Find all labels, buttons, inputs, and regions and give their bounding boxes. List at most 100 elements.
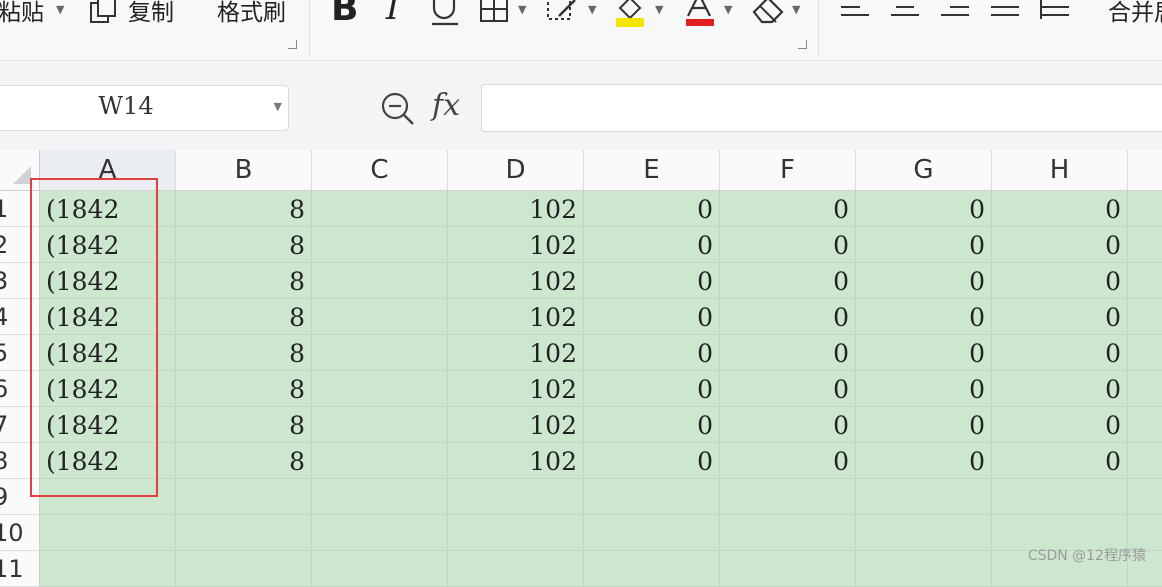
cell-d3[interactable]: 102 xyxy=(448,263,584,299)
cell-g7[interactable]: 0 xyxy=(856,407,992,443)
cell-b9[interactable] xyxy=(176,479,312,515)
clear-format-icon[interactable] xyxy=(545,0,581,28)
cell-a11[interactable] xyxy=(40,551,176,587)
cell-a7[interactable]: (1842 xyxy=(40,407,176,443)
cell-overflow[interactable] xyxy=(1128,479,1162,515)
clear-format-dropdown-icon[interactable]: ▼ xyxy=(588,3,596,16)
cell-b1[interactable]: 8 xyxy=(176,191,312,227)
cell-b7[interactable]: 8 xyxy=(176,407,312,443)
format-painter-button[interactable]: 格式刷 xyxy=(217,0,286,27)
cell-h3[interactable]: 0 xyxy=(992,263,1128,299)
cell-h6[interactable]: 0 xyxy=(992,371,1128,407)
cell-g8[interactable]: 0 xyxy=(856,443,992,479)
cell-b5[interactable]: 8 xyxy=(176,335,312,371)
cell-f6[interactable]: 0 xyxy=(720,371,856,407)
align-center-icon[interactable] xyxy=(890,0,922,20)
cell-b6[interactable]: 8 xyxy=(176,371,312,407)
row-header[interactable]: 4 xyxy=(0,299,40,335)
cell-d9[interactable] xyxy=(448,479,584,515)
cell-e9[interactable] xyxy=(584,479,720,515)
zoom-function-icon[interactable] xyxy=(380,91,416,127)
cell-h2[interactable]: 0 xyxy=(992,227,1128,263)
fx-icon[interactable]: fx xyxy=(432,88,460,123)
cell-h8[interactable]: 0 xyxy=(992,443,1128,479)
eraser-icon[interactable] xyxy=(750,0,786,28)
cell-c5[interactable] xyxy=(312,335,448,371)
align-right-icon[interactable] xyxy=(940,0,972,20)
cell-e3[interactable]: 0 xyxy=(584,263,720,299)
cell-f4[interactable]: 0 xyxy=(720,299,856,335)
column-header-c[interactable]: C xyxy=(312,150,448,191)
cell-d7[interactable]: 102 xyxy=(448,407,584,443)
cell-c9[interactable] xyxy=(312,479,448,515)
cell-b8[interactable]: 8 xyxy=(176,443,312,479)
cell-c3[interactable] xyxy=(312,263,448,299)
row-header[interactable]: 11 xyxy=(0,551,40,587)
cell-c4[interactable] xyxy=(312,299,448,335)
clipboard-group-launcher-icon[interactable] xyxy=(288,40,297,49)
cell-a10[interactable] xyxy=(40,515,176,551)
cell-g9[interactable] xyxy=(856,479,992,515)
font-color-icon[interactable] xyxy=(683,0,717,30)
column-header-overflow[interactable] xyxy=(1128,150,1162,191)
cell-overflow[interactable] xyxy=(1128,335,1162,371)
bold-icon[interactable]: B xyxy=(331,0,358,29)
cell-a3[interactable]: (1842 xyxy=(40,263,176,299)
cell-a2[interactable]: (1842 xyxy=(40,227,176,263)
cell-b11[interactable] xyxy=(176,551,312,587)
underline-icon[interactable] xyxy=(428,0,462,28)
cell-c1[interactable] xyxy=(312,191,448,227)
cell-f11[interactable] xyxy=(720,551,856,587)
cell-d10[interactable] xyxy=(448,515,584,551)
cell-d11[interactable] xyxy=(448,551,584,587)
fill-color-icon[interactable] xyxy=(612,0,648,30)
cell-e1[interactable]: 0 xyxy=(584,191,720,227)
cell-d1[interactable]: 102 xyxy=(448,191,584,227)
font-group-launcher-icon[interactable] xyxy=(798,40,807,49)
cell-overflow[interactable] xyxy=(1128,371,1162,407)
cell-h4[interactable]: 0 xyxy=(992,299,1128,335)
column-header-d[interactable]: D xyxy=(448,150,584,191)
cell-f2[interactable]: 0 xyxy=(720,227,856,263)
cell-f7[interactable]: 0 xyxy=(720,407,856,443)
cell-g4[interactable]: 0 xyxy=(856,299,992,335)
paste-button[interactable]: 粘贴 xyxy=(0,0,44,27)
cell-f9[interactable] xyxy=(720,479,856,515)
border-icon[interactable] xyxy=(478,0,510,26)
row-header[interactable]: 8 xyxy=(0,443,40,479)
column-header-h[interactable]: H xyxy=(992,150,1128,191)
row-header[interactable]: 6 xyxy=(0,371,40,407)
select-all-corner[interactable] xyxy=(0,150,40,191)
cell-a5[interactable]: (1842 xyxy=(40,335,176,371)
cell-c2[interactable] xyxy=(312,227,448,263)
cell-h9[interactable] xyxy=(992,479,1128,515)
cell-f5[interactable]: 0 xyxy=(720,335,856,371)
column-header-b[interactable]: B xyxy=(176,150,312,191)
cell-e4[interactable]: 0 xyxy=(584,299,720,335)
cell-f8[interactable]: 0 xyxy=(720,443,856,479)
cell-overflow[interactable] xyxy=(1128,443,1162,479)
cell-c11[interactable] xyxy=(312,551,448,587)
cell-e11[interactable] xyxy=(584,551,720,587)
cell-h5[interactable]: 0 xyxy=(992,335,1128,371)
cell-a8[interactable]: (1842 xyxy=(40,443,176,479)
cell-f10[interactable] xyxy=(720,515,856,551)
fill-color-dropdown-icon[interactable]: ▼ xyxy=(655,3,663,16)
cell-d5[interactable]: 102 xyxy=(448,335,584,371)
cell-g11[interactable] xyxy=(856,551,992,587)
cell-b10[interactable] xyxy=(176,515,312,551)
row-header[interactable]: 7 xyxy=(0,407,40,443)
cell-a6[interactable]: (1842 xyxy=(40,371,176,407)
column-header-a[interactable]: A xyxy=(40,150,176,191)
cell-h7[interactable]: 0 xyxy=(992,407,1128,443)
cell-h1[interactable]: 0 xyxy=(992,191,1128,227)
cell-g2[interactable]: 0 xyxy=(856,227,992,263)
cell-e10[interactable] xyxy=(584,515,720,551)
copy-icon[interactable] xyxy=(88,0,122,26)
column-header-g[interactable]: G xyxy=(856,150,992,191)
cell-g10[interactable] xyxy=(856,515,992,551)
cell-g5[interactable]: 0 xyxy=(856,335,992,371)
cell-d4[interactable]: 102 xyxy=(448,299,584,335)
justify-icon[interactable] xyxy=(990,0,1022,20)
row-header[interactable]: 5 xyxy=(0,335,40,371)
